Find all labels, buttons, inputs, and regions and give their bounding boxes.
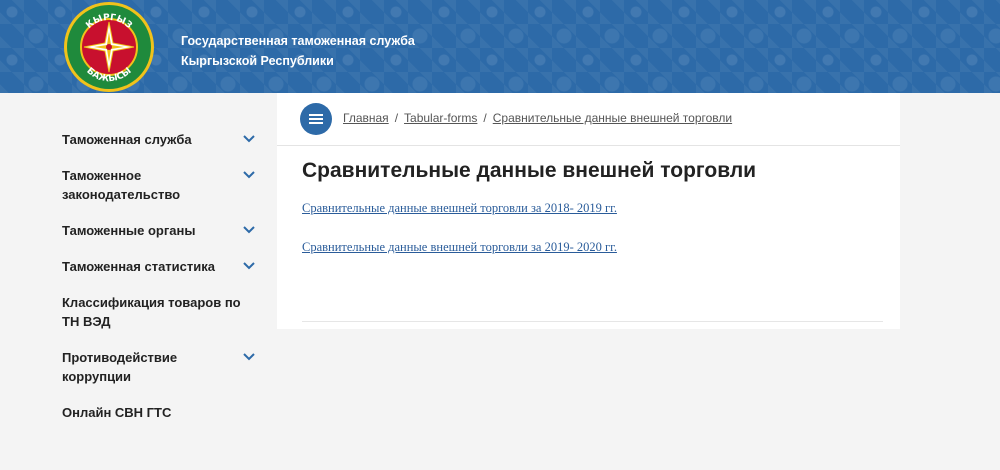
sidebar-item-label: Таможенное законодательство [62, 168, 181, 202]
sidebar-item-customs-legislation[interactable]: Таможенное законодательство [62, 166, 272, 204]
breadcrumb-home[interactable]: Главная [343, 111, 389, 125]
breadcrumb: Главная / Tabular-forms / Сравнительные данн… [343, 111, 732, 125]
chevron-down-icon[interactable] [242, 223, 258, 237]
sidebar-nav: Таможенная служба Таможенное законодател… [62, 130, 272, 439]
sidebar-item-customs-statistics[interactable]: Таможенная статистика [62, 257, 272, 276]
page-title: Сравнительные данные внешней торговли [302, 159, 757, 182]
breadcrumb-separator: / [483, 111, 487, 125]
hamburger-icon[interactable] [300, 103, 332, 135]
breadcrumb-bar: Главная / Tabular-forms / Сравнительные данн… [277, 93, 900, 146]
chevron-down-icon[interactable] [242, 350, 258, 364]
content-card: Главная / Tabular-forms / Сравнительные данн… [277, 93, 900, 329]
chevron-down-icon[interactable] [242, 132, 258, 146]
sidebar-item-label: Классификация товаров по ТН ВЭД [62, 295, 241, 329]
chevron-down-icon[interactable] [242, 168, 258, 182]
sidebar-item-label: Противодействие коррупции [62, 350, 178, 384]
sidebar-item-label: Таможенные органы [62, 223, 196, 238]
chevron-down-icon[interactable] [242, 259, 258, 273]
breadcrumb-separator: / [394, 111, 399, 125]
sidebar-item-goods-classification[interactable]: Классификация товаров по ТН ВЭД [62, 293, 272, 331]
sidebar-item-label: Таможенная статистика [62, 259, 215, 274]
trade-data-link-2019-2020[interactable]: Сравнительные данные внешней торговли за… [302, 240, 617, 255]
breadcrumb-tabular-forms[interactable]: Tabular-forms [404, 111, 477, 125]
sidebar-item-label: Таможенная служба [62, 132, 192, 147]
divider [302, 321, 883, 322]
trade-data-link-2018-2019[interactable]: Сравнительные данные внешней торговли за… [302, 201, 617, 216]
sidebar-item-label: Онлайн СВН ГТС [62, 405, 172, 420]
site-title-line1: Государственная таможенная служба [181, 34, 415, 48]
site-title-line2: Кыргызской Республики [181, 54, 334, 68]
sidebar-item-customs-bodies[interactable]: Таможенные органы [62, 221, 272, 240]
sidebar-item-online-svn[interactable]: Онлайн СВН ГТС [62, 403, 272, 422]
site-title[interactable]: Государственная таможенная служба Кыргыз… [181, 31, 415, 71]
sidebar-item-anti-corruption[interactable]: Противодействие коррупции [62, 348, 272, 386]
site-header: КЫРГЫЗ БАЖЫСЫ Государственная таможенная… [0, 0, 1000, 93]
sidebar-item-customs-service[interactable]: Таможенная служба [62, 130, 272, 149]
customs-emblem-logo[interactable]: КЫРГЫЗ БАЖЫСЫ [62, 0, 156, 94]
breadcrumb-current[interactable]: Сравнительные данные внешней торговли [493, 111, 732, 125]
